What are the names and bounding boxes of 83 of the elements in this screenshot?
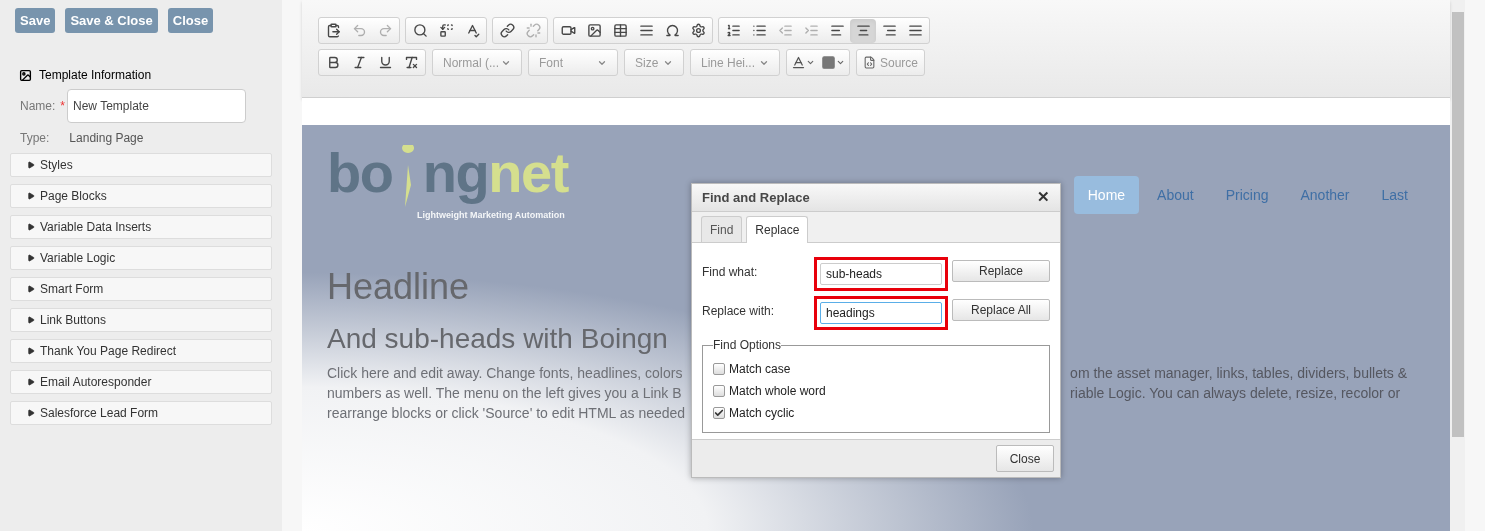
undo-icon xyxy=(351,23,367,38)
align-center-icon xyxy=(855,23,871,38)
bullet-list-icon xyxy=(751,23,767,38)
dialog-tab[interactable]: Replace xyxy=(746,216,809,243)
caret-right-icon xyxy=(27,161,35,169)
paste-icon xyxy=(325,23,341,38)
gear-icon xyxy=(690,23,706,38)
caret-right-icon xyxy=(27,316,35,324)
type-value: Landing Page xyxy=(69,130,144,147)
caret-right-icon xyxy=(27,409,35,417)
checkbox[interactable] xyxy=(713,407,725,419)
picture-icon xyxy=(19,68,32,82)
logo: bo ngnet xyxy=(327,143,569,203)
collapsible-section[interactable]: Salesforce Lead Form xyxy=(10,401,272,425)
caret-right-icon xyxy=(27,347,35,355)
caret-right-icon xyxy=(27,192,35,200)
outdent-icon xyxy=(777,23,793,38)
paragraph-line: numbers as well. The menu on the left gives you a Link B xyxy=(327,383,683,403)
numbered-list-icon xyxy=(725,23,741,38)
close-button[interactable]: Close xyxy=(996,445,1054,472)
omega-icon xyxy=(664,23,680,38)
unlink-icon xyxy=(525,23,541,38)
required-mark: * xyxy=(60,98,65,115)
replace-button[interactable]: Replace xyxy=(952,260,1050,282)
image-icon xyxy=(586,23,602,38)
collapsible-section[interactable]: Thank You Page Redirect xyxy=(10,339,272,363)
close-button[interactable]: ✕ xyxy=(1037,186,1050,209)
paragraph-line: riable Logic. You can always delete, resize, recolor or xyxy=(1070,383,1402,403)
caret-right-icon xyxy=(27,285,35,293)
link-icon xyxy=(499,23,515,38)
paragraph-line: om the asset manager, links, tables, dividers, bullets & xyxy=(1070,363,1408,383)
align-right-icon xyxy=(881,23,897,38)
collapsible-section[interactable]: Variable Logic xyxy=(10,246,272,270)
text-color-icon xyxy=(791,55,806,70)
subheading: And sub-heads with Boingn xyxy=(327,322,668,355)
dialog-tab[interactable]: Find xyxy=(701,216,743,242)
underline-icon xyxy=(377,55,393,70)
italic-icon xyxy=(351,55,367,70)
replace-all-button[interactable]: Replace All xyxy=(952,299,1050,321)
dialog-title: Find and Replace xyxy=(702,188,810,207)
align-left-icon xyxy=(829,23,845,38)
paragraph-line: rearrange blocks or click 'Source' to edit HTML as needed xyxy=(327,403,686,423)
clear-format-icon xyxy=(403,55,419,70)
option-label: Match whole word xyxy=(729,383,826,400)
background-color-icon xyxy=(821,55,836,70)
group-title: Find Options xyxy=(713,337,782,354)
video-camera-icon xyxy=(560,23,576,38)
caret-icon xyxy=(806,58,815,67)
name-field[interactable]: New Template xyxy=(67,89,246,123)
checkbox[interactable] xyxy=(713,363,725,375)
caret-right-icon xyxy=(27,254,35,262)
field-label: Find what: xyxy=(702,264,759,281)
collapsible-section[interactable]: Smart Form xyxy=(10,277,272,301)
horizontal-lines-icon xyxy=(638,23,654,38)
toolbar-button[interactable] xyxy=(850,18,876,43)
collapsible-section[interactable]: Variable Data Inserts xyxy=(10,215,272,239)
paragraph-line: Click here and edit away. Change fonts, headlines, colors xyxy=(327,363,684,383)
option-label: Match cyclic xyxy=(729,405,795,422)
replace-icon xyxy=(438,23,454,38)
collapsible-section[interactable]: Styles xyxy=(10,153,272,177)
option-label: Match case xyxy=(729,361,791,378)
redo-icon xyxy=(377,23,393,38)
align-justify-icon xyxy=(907,23,923,38)
checkbox[interactable] xyxy=(713,385,725,397)
caret-right-icon xyxy=(27,223,35,231)
indent-icon xyxy=(803,23,819,38)
code-file-icon xyxy=(863,56,876,69)
field-label: Type: xyxy=(20,130,50,147)
table-icon xyxy=(612,23,628,38)
field-label: Replace with: xyxy=(702,303,776,320)
collapsible-section[interactable]: Email Autoresponder xyxy=(10,370,272,394)
section-title: Template Information xyxy=(39,67,152,84)
collapsible-section[interactable]: Link Buttons xyxy=(10,308,272,332)
text-field[interactable]: sub-heads xyxy=(820,263,942,285)
logo-tagline: Lightweight Marketing Automation xyxy=(417,209,566,222)
field-label: Name: xyxy=(20,98,56,115)
text-field[interactable]: headings xyxy=(820,302,942,324)
search-icon xyxy=(412,23,428,38)
collapsible-section[interactable]: Page Blocks xyxy=(10,184,272,208)
caret-right-icon xyxy=(27,378,35,386)
check-icon xyxy=(714,408,724,418)
headline: Headline xyxy=(327,266,470,307)
caret-icon xyxy=(836,58,845,67)
